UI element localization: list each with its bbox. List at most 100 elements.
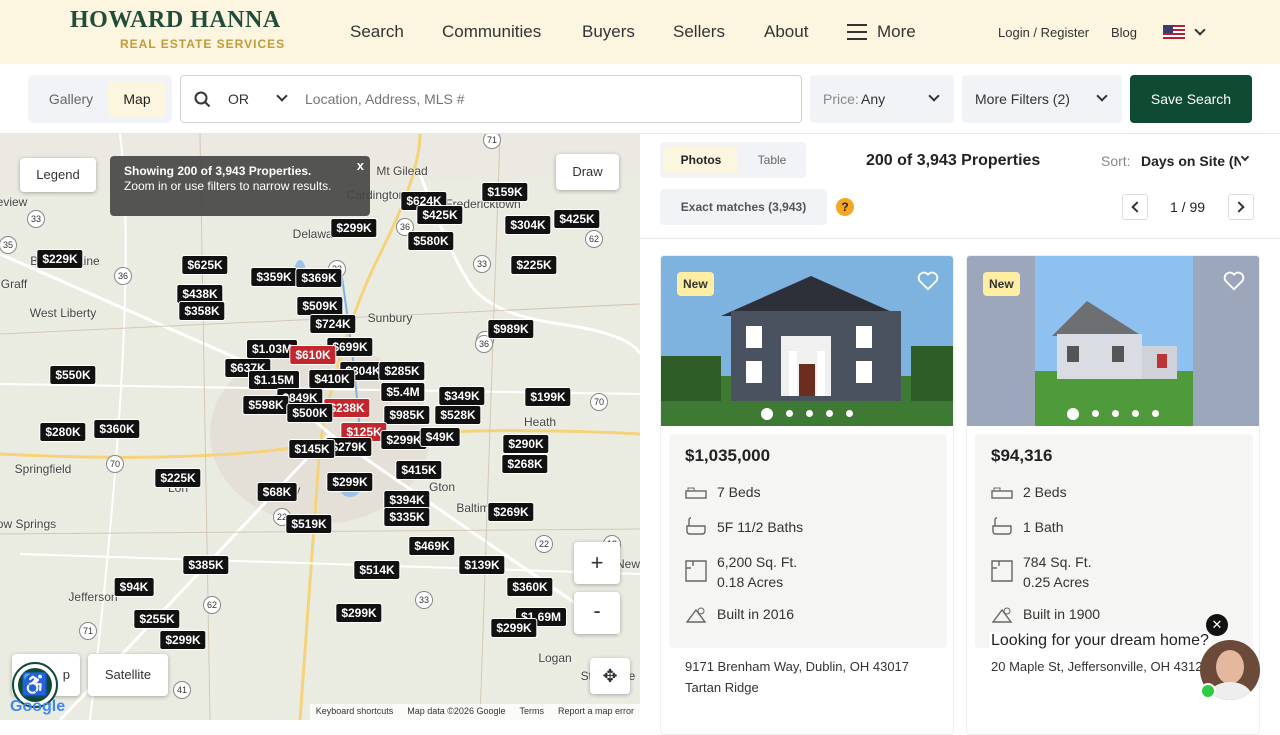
price-marker[interactable]: $349K [438,386,486,406]
price-marker[interactable]: $199K [524,387,572,407]
price-marker[interactable]: $514K [353,560,401,580]
map-panel[interactable]: Mt Gilead Cardington Fredericktown Delaware… [0,134,640,720]
price-marker[interactable]: $509K [296,296,344,316]
price-marker[interactable]: $385K [182,555,230,575]
price-marker[interactable]: $359K [250,267,298,287]
price-marker[interactable]: $290K [502,434,550,454]
price-marker[interactable]: $415K [395,460,443,480]
report-error-link[interactable]: Report a map error [558,706,634,718]
chevron-down-icon[interactable] [1194,24,1206,36]
nav-search[interactable]: Search [350,22,404,42]
chevron-down-icon[interactable] [1240,152,1250,162]
terms-link[interactable]: Terms [519,706,544,718]
listing-address[interactable]: 9171 Brenham Way, Dublin, OH 43017 [685,659,909,674]
next-page-button[interactable] [1228,194,1254,220]
price-dropdown[interactable]: Price: Any [810,75,954,123]
save-search-button[interactable]: Save Search [1130,75,1252,123]
price-marker[interactable]: $989K [487,319,535,339]
price-marker[interactable]: $225K [154,468,202,488]
price-marker[interactable]: $425K [416,205,464,225]
price-marker[interactable]: $360K [93,419,141,439]
price-marker[interactable]: $1.15M [247,370,301,390]
price-marker[interactable]: $268K [501,454,549,474]
price-marker[interactable]: $724K [309,314,357,334]
price-marker[interactable]: $625K [181,255,229,275]
keyboard-shortcuts-link[interactable]: Keyboard shortcuts [316,706,394,718]
price-marker[interactable]: $425K [553,209,601,229]
us-flag-icon[interactable] [1163,25,1185,39]
nav-communities[interactable]: Communities [442,22,541,42]
prev-page-button[interactable] [1122,194,1148,220]
sort-select[interactable]: Days on Site (N [1141,153,1241,169]
chat-close-icon[interactable]: ✕ [1206,614,1228,636]
price-marker[interactable]: $255K [133,609,181,629]
move-map-icon[interactable]: ✥ [590,658,630,694]
price-marker[interactable]: $285K [378,361,426,381]
nav-sellers[interactable]: Sellers [673,22,725,42]
price-marker[interactable]: $280K [39,422,87,442]
price-marker[interactable]: $94K [113,577,155,597]
price-marker[interactable]: $500K [286,403,334,423]
help-icon[interactable]: ? [836,198,854,216]
price-marker[interactable]: $49K [419,427,461,447]
heart-icon[interactable] [917,270,939,292]
menu-icon[interactable] [847,24,867,40]
price-marker[interactable]: $410K [308,369,356,389]
chat-prompt[interactable]: Looking for your dream home? [989,632,1211,650]
price-marker[interactable]: $528K [434,405,482,425]
tab-table[interactable]: Table [742,146,802,174]
highway-shield: 70 [590,393,608,411]
gallery-view-button[interactable]: Gallery [36,81,106,117]
price-marker[interactable]: $159K [481,182,529,202]
chevron-right-icon [1233,201,1245,213]
price-marker[interactable]: $469K [408,536,456,556]
price-marker[interactable]: $985K [383,405,431,425]
map-view-button[interactable]: Map [108,81,166,117]
listing-card[interactable]: New $1,035,000 7 Beds 5F 11/2 Baths 6,20… [660,255,954,735]
zoom-in-button[interactable]: + [574,542,620,584]
listing-photo[interactable]: New [661,256,953,426]
more-filters-dropdown[interactable]: More Filters (2) [962,75,1122,123]
search-input[interactable] [305,86,785,112]
price-marker[interactable]: $5.4M [380,382,426,402]
price-marker[interactable]: $225K [510,255,558,275]
legend-button[interactable]: Legend [20,158,96,192]
exact-matches-filter[interactable]: Exact matches (3,943) [660,189,827,225]
price-marker[interactable]: $299K [326,472,374,492]
price-marker[interactable]: $229K [36,249,84,269]
price-marker[interactable]: $299K [159,630,207,650]
price-marker[interactable]: $299K [330,218,378,238]
price-marker[interactable]: $369K [295,268,343,288]
price-marker[interactable]: $519K [285,514,333,534]
heart-icon[interactable] [1223,270,1245,292]
price-marker[interactable]: $145K [288,439,336,459]
tab-photos[interactable]: Photos [664,146,738,174]
nav-buyers[interactable]: Buyers [582,22,635,42]
tooltip-close-button[interactable]: x [357,158,364,173]
price-marker[interactable]: $550K [49,365,97,385]
draw-button[interactable]: Draw [556,154,619,190]
nav-more[interactable]: More [877,22,916,42]
price-marker[interactable]: $580K [407,231,455,251]
chevron-down-icon[interactable] [276,90,288,102]
nav-about[interactable]: About [764,22,808,42]
price-marker[interactable]: $335K [383,507,431,527]
blog-link[interactable]: Blog [1111,25,1137,40]
logo-title[interactable]: HOWARD HANNA [70,7,281,34]
operator-select[interactable]: OR [228,91,249,107]
price-marker[interactable]: $358K [178,301,226,321]
login-register-link[interactable]: Login / Register [998,25,1089,40]
price-marker[interactable]: $299K [335,603,383,623]
zoom-out-button[interactable]: - [574,592,620,634]
price-marker[interactable]: $68K [256,482,298,502]
listing-address[interactable]: 20 Maple St, Jeffersonville, OH 4312 [991,659,1203,674]
listing-photo[interactable]: New [967,256,1259,426]
price-marker[interactable]: $139K [458,555,506,575]
price-marker[interactable]: $269K [487,502,535,522]
price-marker[interactable]: $299K [490,618,538,638]
price-marker[interactable]: $304K [504,215,552,235]
price-marker[interactable]: $360K [506,577,554,597]
price-marker[interactable]: $598K [242,395,290,415]
price-marker[interactable]: $610K [289,345,337,365]
satellite-button[interactable]: Satellite [88,654,168,696]
